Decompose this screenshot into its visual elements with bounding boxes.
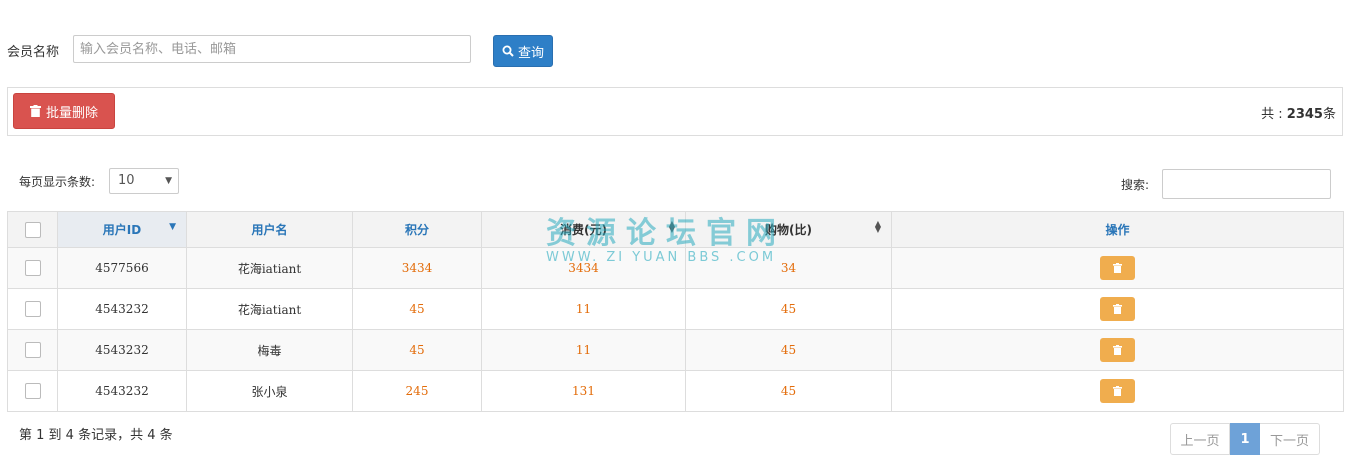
row-delete-button[interactable] [1100,379,1135,403]
trash-icon [1113,386,1122,396]
points-cell: 45 [352,329,482,371]
sort-both-icon: ▲ ▼ [874,219,881,234]
actions-cell [891,247,1344,289]
table-row: 4543232 花海iatiant 45 11 45 [7,288,1344,330]
trash-icon [1113,304,1122,314]
sort-both-icon: ▲ ▼ [668,219,675,234]
column-header-label: 购物(比) [765,223,812,237]
next-page-button[interactable]: 下一页 [1260,423,1320,455]
row-select-cell [7,288,58,330]
row-checkbox[interactable] [24,383,41,399]
search-bar: 会员名称 查询 [0,34,1345,68]
total-suffix: 条 [1322,107,1336,122]
column-header-label: 操作 [1105,223,1130,237]
trash-icon [1113,263,1122,273]
username-cell: 花海iatiant [186,288,353,330]
select-all-checkbox[interactable] [24,221,41,238]
spend-cell: 131 [481,370,686,412]
trash-icon [1113,345,1122,355]
member-name-label: 会员名称 [7,45,60,60]
shopping-cell: 34 [685,247,892,289]
user-id-cell: 4543232 [57,370,187,412]
column-header-points[interactable]: 积分 [352,211,482,248]
total-count: 共 : 2345条 [1261,103,1336,122]
prev-page-button[interactable]: 上一页 [1170,423,1230,455]
table-info: 第 1 到 4 条记录，共 4 条 [19,428,173,443]
user-id-cell: 4577566 [57,247,187,289]
caret-down-icon: ▼ [165,176,172,186]
query-button-label: 查询 [517,45,544,61]
row-delete-button[interactable] [1100,297,1135,321]
column-header-label: 用户名 [251,223,288,237]
column-header-user-id[interactable]: 用户ID ▼ [57,211,187,248]
table-row: 4543232 张小泉 245 131 45 [7,370,1344,412]
column-header-actions: 操作 [891,211,1344,248]
sort-desc-icon: ▼ [169,222,176,232]
total-prefix: 共 : [1261,107,1287,122]
row-checkbox[interactable] [24,260,41,276]
batch-delete-button[interactable]: 批量删除 [13,93,115,129]
batch-delete-label: 批量删除 [45,105,98,121]
row-delete-button[interactable] [1100,256,1135,280]
member-table: 用户ID ▼ 用户名 积分 消费(元) ▲ ▼ 购物(比) ▲ ▼ 操作 45775… [7,211,1344,412]
row-select-cell [7,329,58,371]
shopping-cell: 45 [685,329,892,371]
column-header-spend[interactable]: 消费(元) ▲ ▼ [481,211,686,248]
search-icon [502,45,514,57]
row-select-cell [7,247,58,289]
table-row: 4543232 梅毒 45 11 45 [7,329,1344,371]
column-header-label: 积分 [404,223,429,237]
row-delete-button[interactable] [1100,338,1135,362]
table-header-row: 用户ID ▼ 用户名 积分 消费(元) ▲ ▼ 购物(比) ▲ ▼ 操作 [7,211,1344,248]
shopping-cell: 45 [685,288,892,330]
user-id-cell: 4543232 [57,329,187,371]
username-cell: 梅毒 [186,329,353,371]
actions-cell [891,370,1344,412]
actions-cell [891,329,1344,371]
points-cell: 45 [352,288,482,330]
query-button[interactable]: 查询 [493,35,553,67]
total-number: 2345 [1286,107,1323,122]
points-cell: 3434 [352,247,482,289]
table-row: 4577566 花海iatiant 3434 3434 34 [7,247,1344,289]
page-length-value: 10 [118,173,135,188]
pagination: 上一页 1 下一页 [1170,423,1320,455]
page-length-label: 每页显示条数: [19,175,96,189]
current-page-button[interactable]: 1 [1230,423,1260,455]
user-id-cell: 4543232 [57,288,187,330]
row-checkbox[interactable] [24,301,41,317]
column-header-label: 消费(元) [560,223,607,237]
username-cell: 花海iatiant [186,247,353,289]
row-select-cell [7,370,58,412]
page-length-select[interactable]: 10 ▼ [109,168,179,194]
actions-cell [891,288,1344,330]
column-header-label: 用户ID [102,223,142,237]
row-checkbox[interactable] [24,342,41,358]
spend-cell: 11 [481,288,686,330]
toolbar: 批量删除 共 : 2345条 [7,87,1343,136]
member-search-input[interactable] [73,35,471,63]
spend-cell: 11 [481,329,686,371]
username-cell: 张小泉 [186,370,353,412]
trash-icon [29,105,41,117]
spend-cell: 3434 [481,247,686,289]
table-filter-input[interactable] [1162,169,1331,199]
column-header-username[interactable]: 用户名 [186,211,353,248]
table-filter-label: 搜索: [1121,178,1150,192]
points-cell: 245 [352,370,482,412]
shopping-cell: 45 [685,370,892,412]
select-all-header [7,211,58,248]
column-header-shopping[interactable]: 购物(比) ▲ ▼ [685,211,892,248]
